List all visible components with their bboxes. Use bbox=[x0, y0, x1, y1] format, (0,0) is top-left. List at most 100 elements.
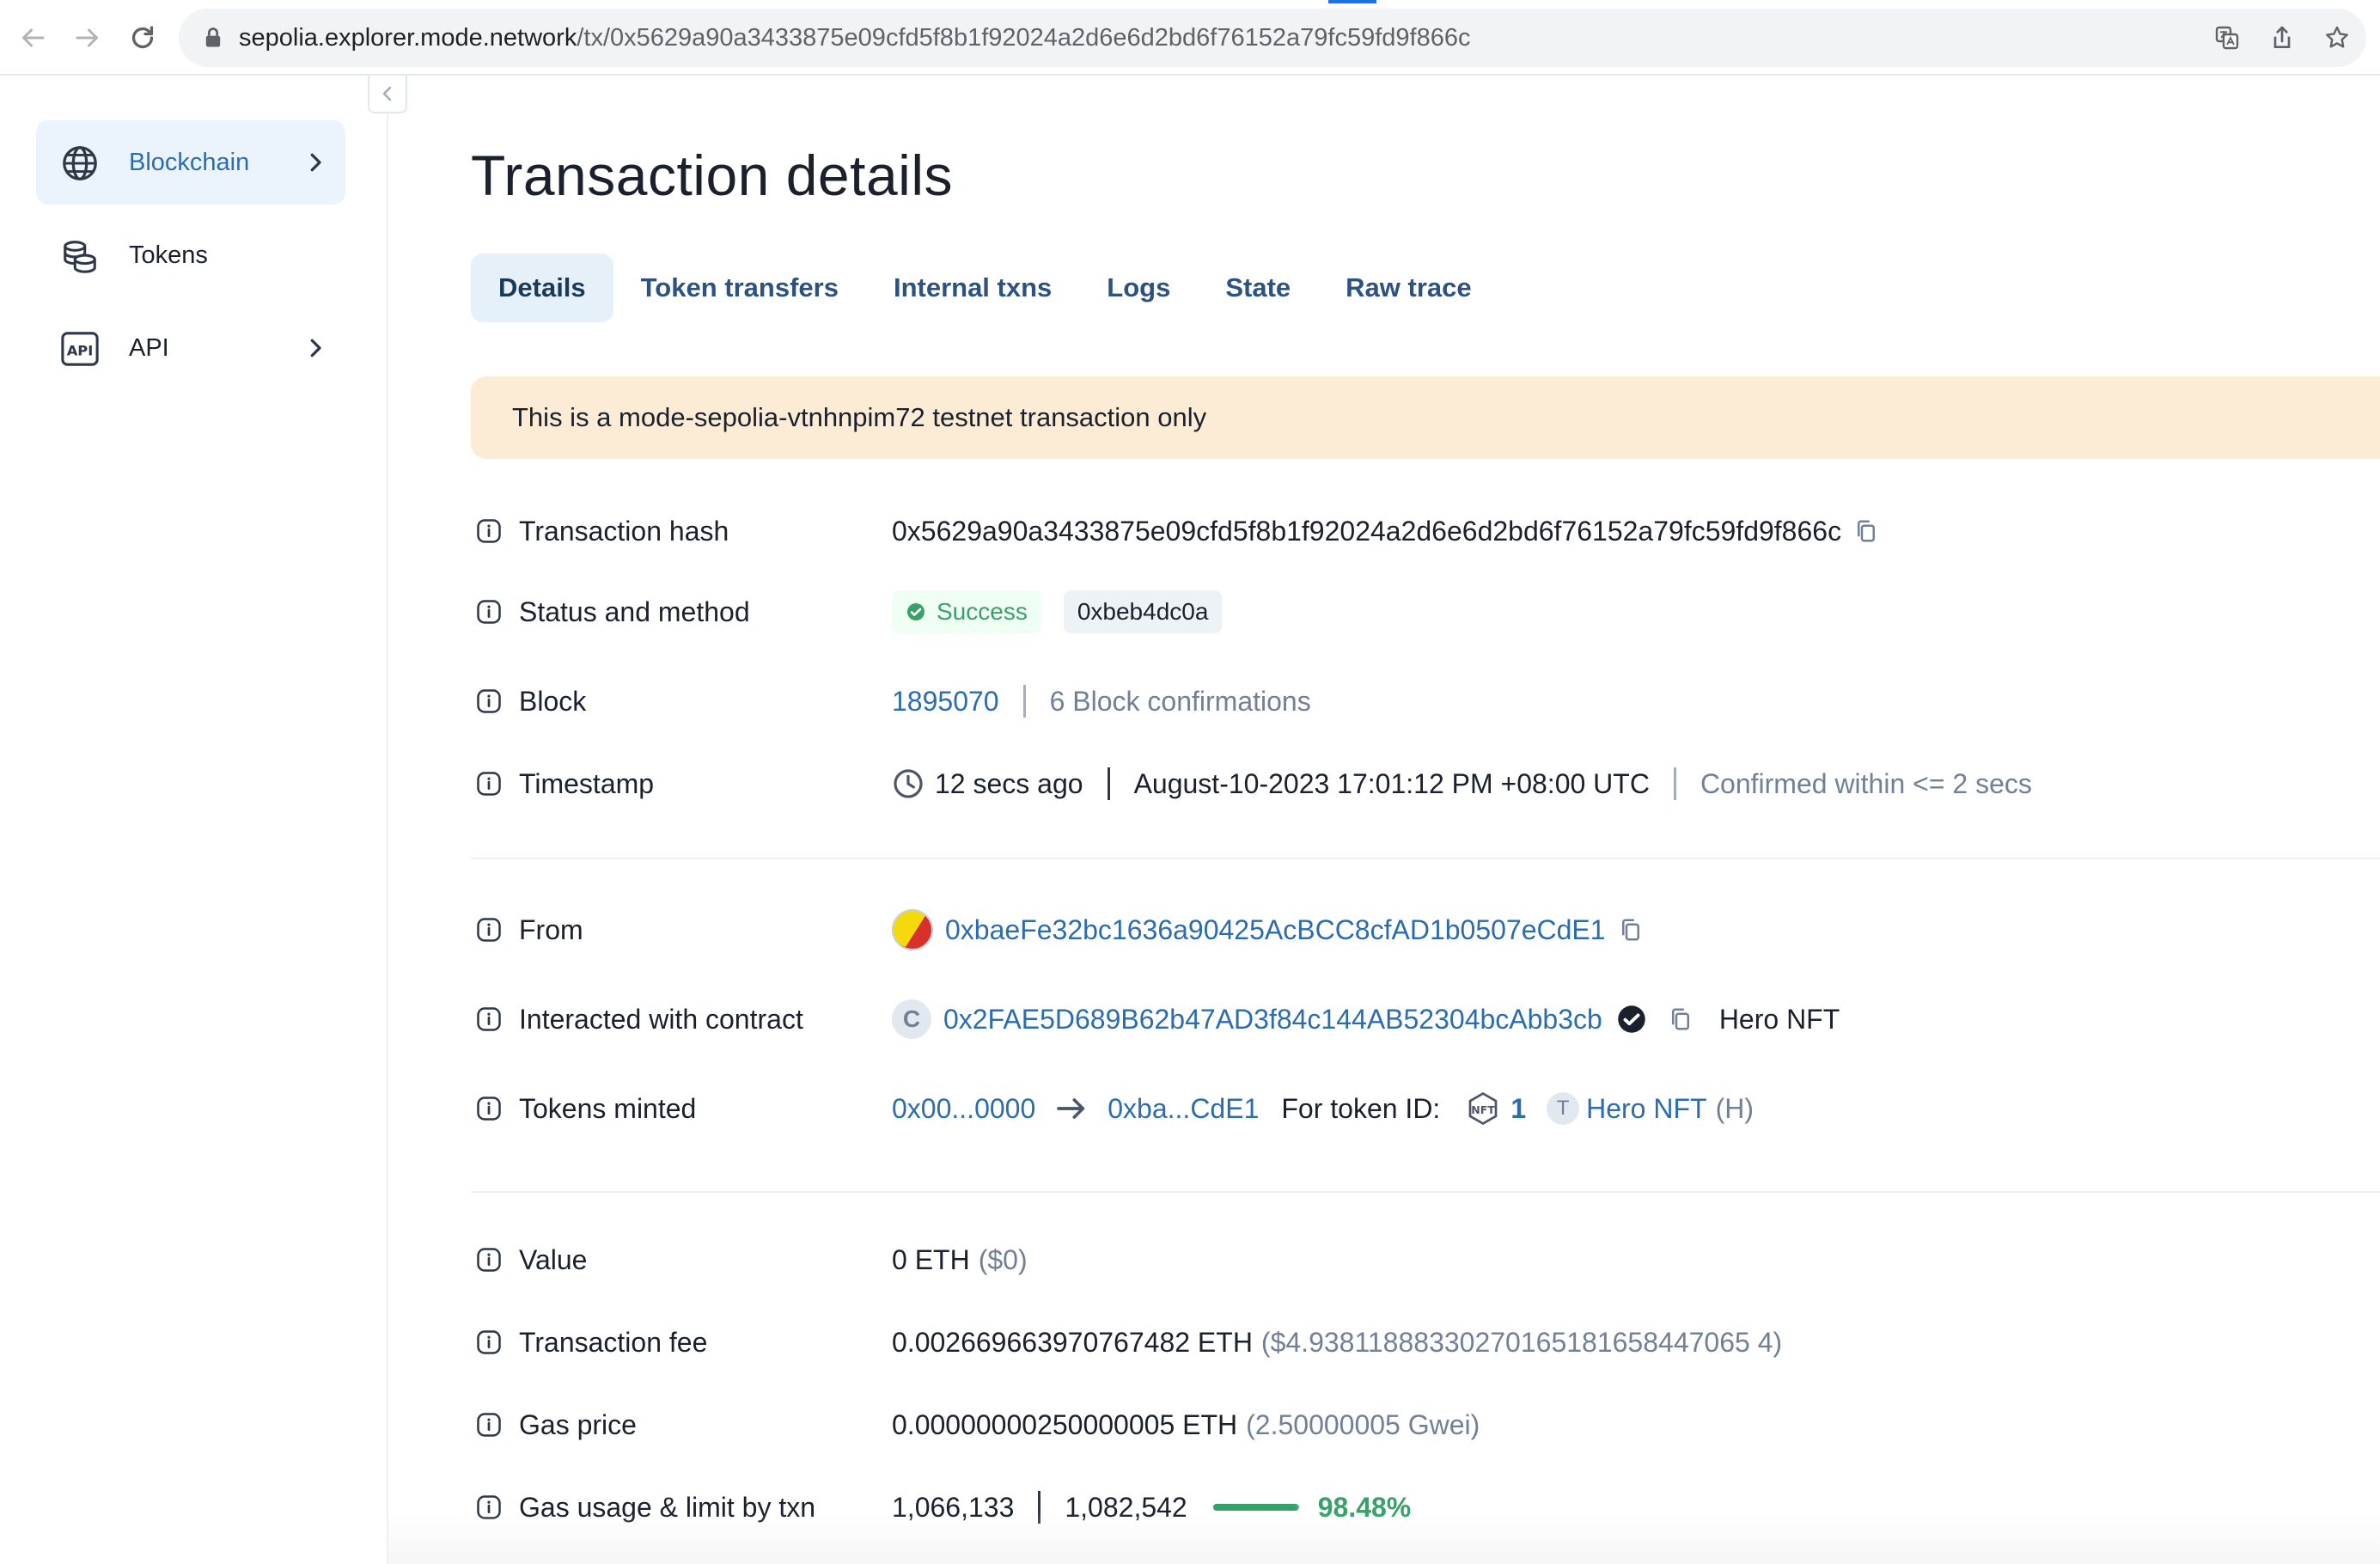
contract-address-link[interactable]: 0x2FAE5D689B62b47AD3f84c144AB52304bcAbb3… bbox=[943, 1004, 1602, 1036]
copy-icon[interactable] bbox=[1618, 917, 1644, 943]
contract-avatar: C bbox=[892, 999, 931, 1039]
mint-from-link[interactable]: 0x00...0000 bbox=[892, 1093, 1035, 1125]
row-label: Value bbox=[519, 1244, 588, 1275]
token-avatar: T bbox=[1547, 1092, 1580, 1125]
copy-icon[interactable] bbox=[1668, 1006, 1693, 1032]
nft-icon: NFT bbox=[1468, 1091, 1498, 1126]
fee-amount: 0.002669663970767482 ETH bbox=[892, 1326, 1253, 1358]
url-host: sepolia.explorer.mode.network bbox=[239, 24, 577, 52]
translate-button[interactable] bbox=[2206, 17, 2248, 58]
row-value: Success 0xbeb4dc0a bbox=[892, 586, 1223, 638]
row-label: Status and method bbox=[519, 596, 750, 627]
tab-token-transfers[interactable]: Token transfers bbox=[613, 254, 866, 322]
reload-icon bbox=[131, 26, 154, 49]
tab-details[interactable]: Details bbox=[471, 254, 613, 322]
active-tab-indicator bbox=[1328, 0, 1376, 3]
row-block: Block 1895070 6 Block confirmations bbox=[471, 675, 2380, 727]
separator bbox=[1673, 767, 1676, 800]
from-address-link[interactable]: 0xbaeFe32bc1636a90425AcBCC8cfAD1b0507eCd… bbox=[945, 914, 1606, 946]
sidebar-item-tokens[interactable]: Tokens bbox=[36, 213, 345, 297]
copy-icon[interactable] bbox=[1853, 518, 1879, 544]
info-icon[interactable] bbox=[476, 917, 502, 943]
svg-text:NFT: NFT bbox=[1472, 1103, 1496, 1116]
browser-toolbar: sepolia.explorer.mode.network/tx/0x5629a… bbox=[0, 0, 2380, 76]
row-value-content: 0 ETH ($0) bbox=[892, 1234, 1028, 1286]
token-id-link[interactable]: 1 bbox=[1510, 1093, 1526, 1125]
tab-raw-trace[interactable]: Raw trace bbox=[1318, 254, 1498, 322]
row-timestamp: Timestamp 12 secs ago August-10-2023 17:… bbox=[471, 758, 2380, 809]
api-icon: API bbox=[61, 332, 99, 366]
sidebar-item-label: Tokens bbox=[129, 241, 208, 269]
section-divider bbox=[471, 1191, 2380, 1193]
timestamp-datetime: August-10-2023 17:01:12 PM +08:00 UTC bbox=[1133, 767, 1650, 799]
timestamp-confirmed: Confirmed within <= 2 secs bbox=[1700, 767, 2032, 799]
gas-usage-progress-bar bbox=[1212, 1504, 1299, 1511]
chevron-right-icon bbox=[310, 153, 321, 172]
info-icon[interactable] bbox=[476, 1412, 502, 1438]
status-text: Success bbox=[937, 598, 1028, 625]
info-icon[interactable] bbox=[476, 1329, 502, 1355]
gas-price-amount: 0.00000000250000005 ETH bbox=[892, 1408, 1238, 1440]
row-value: 1895070 6 Block confirmations bbox=[892, 675, 1311, 727]
mint-to-link[interactable]: 0xba...CdE1 bbox=[1108, 1093, 1259, 1125]
token-symbol: (H) bbox=[1715, 1092, 1754, 1124]
gas-price-gwei: (2.50000005 Gwei) bbox=[1246, 1408, 1480, 1440]
sidebar: Blockchain Tokens API API bbox=[0, 76, 388, 1564]
value-amount: 0 ETH bbox=[892, 1243, 970, 1275]
info-icon[interactable] bbox=[476, 1096, 502, 1121]
url-text: sepolia.explorer.mode.network/tx/0x5629a… bbox=[239, 9, 1470, 67]
main-content: Transaction details Details Token transf… bbox=[471, 76, 2380, 1564]
row-value: 0x00...0000 0xba...CdE1 For token ID: NF… bbox=[892, 1083, 1754, 1134]
tab-state[interactable]: State bbox=[1198, 254, 1318, 322]
lock-icon bbox=[205, 27, 221, 47]
row-label: Transaction fee bbox=[519, 1327, 708, 1358]
sidebar-item-label: API bbox=[129, 333, 169, 362]
share-button[interactable] bbox=[2261, 17, 2303, 58]
row-gas-price: Gas price 0.00000000250000005 ETH (2.500… bbox=[471, 1399, 2380, 1451]
row-from: From 0xbaeFe32bc1636a90425AcBCC8cfAD1b05… bbox=[471, 904, 2380, 956]
separator bbox=[1107, 767, 1110, 800]
row-value: 0x5629a90a3433875e09cfd5f8b1f92024a2d6e6… bbox=[892, 505, 1879, 557]
row-value-content: 0.00000000250000005 ETH (2.50000005 Gwei… bbox=[892, 1399, 1480, 1451]
sidebar-item-api[interactable]: API API bbox=[36, 306, 345, 390]
reload-button[interactable] bbox=[119, 14, 167, 62]
address-bar[interactable]: sepolia.explorer.mode.network/tx/0x5629a… bbox=[179, 9, 2366, 67]
info-icon[interactable] bbox=[476, 771, 502, 797]
testnet-banner: This is a mode-sepolia-vtnhnpim72 testne… bbox=[471, 376, 2380, 459]
row-tokens-minted: Tokens minted 0x00...0000 0xba...CdE1 Fo… bbox=[471, 1083, 2380, 1134]
translate-icon bbox=[2215, 26, 2239, 50]
row-label: Tokens minted bbox=[519, 1093, 697, 1124]
chevron-right-icon bbox=[310, 339, 321, 357]
contract-name: Hero NFT bbox=[1718, 1003, 1840, 1035]
info-icon[interactable] bbox=[476, 518, 502, 544]
info-icon[interactable] bbox=[476, 599, 502, 625]
tab-logs[interactable]: Logs bbox=[1079, 254, 1198, 322]
url-path: /tx/0x5629a90a3433875e09cfd5f8b1f92024a2… bbox=[577, 24, 1471, 52]
back-button[interactable] bbox=[9, 14, 57, 62]
info-icon[interactable] bbox=[476, 688, 502, 714]
forward-button[interactable] bbox=[64, 14, 112, 62]
info-icon[interactable] bbox=[476, 1006, 502, 1032]
chevron-left-icon bbox=[382, 86, 392, 101]
block-number-link[interactable]: 1895070 bbox=[892, 686, 999, 718]
coins-icon bbox=[64, 241, 96, 273]
for-token-id-label: For token ID: bbox=[1281, 1092, 1441, 1124]
forward-arrow-icon bbox=[76, 28, 98, 47]
row-status-method: Status and method Success 0xbeb4dc0a bbox=[471, 586, 2380, 638]
address-avatar bbox=[892, 909, 933, 950]
sidebar-item-blockchain[interactable]: Blockchain bbox=[36, 120, 345, 205]
info-icon[interactable] bbox=[476, 1247, 502, 1273]
section-divider bbox=[471, 858, 2380, 859]
row-value: Value 0 ETH ($0) bbox=[471, 1234, 2380, 1286]
row-value-content: 0.002669663970767482 ETH ($4.93811888330… bbox=[892, 1317, 1782, 1368]
back-arrow-icon bbox=[22, 28, 45, 47]
token-name-link[interactable]: Hero NFT bbox=[1586, 1093, 1706, 1125]
tab-internal-txns[interactable]: Internal txns bbox=[866, 254, 1079, 322]
block-confirmations: 6 Block confirmations bbox=[1049, 685, 1311, 717]
sidebar-collapse-button[interactable] bbox=[368, 76, 407, 113]
row-transaction-hash: Transaction hash 0x5629a90a3433875e09cfd… bbox=[471, 505, 2380, 557]
bookmark-button[interactable] bbox=[2316, 17, 2358, 58]
fee-usd: ($4.93811888330270165181658447065 4) bbox=[1260, 1326, 1783, 1358]
timestamp-ago: 12 secs ago bbox=[935, 767, 1083, 799]
check-circle-icon bbox=[907, 603, 925, 620]
